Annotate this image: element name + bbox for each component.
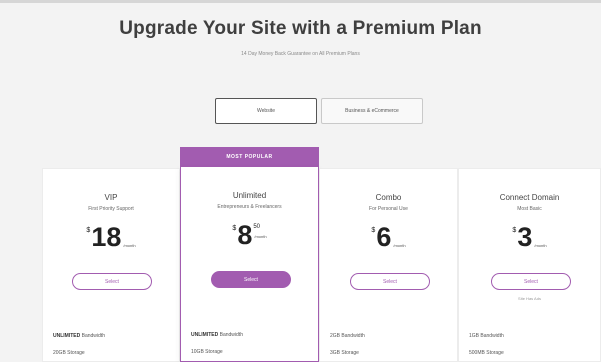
toggle-business-ecommerce[interactable]: Business & eCommerce [321, 98, 423, 124]
price-amount: 3 [517, 222, 533, 252]
plan-description: Entrepreneurs & Freelancers [217, 204, 282, 210]
feature-text: 500MB Storage [469, 350, 504, 356]
plan-description: For Personal Use [369, 206, 408, 212]
plan-price: $ 8 50 /month [181, 222, 318, 252]
plan-description: Most Basic [517, 206, 542, 212]
plan-price: $ 6 /month [320, 224, 457, 254]
feature-item: 20GB Storage [53, 350, 85, 356]
feature-text: 3GB Storage [330, 350, 359, 356]
price-suffix: 50 /month [252, 222, 266, 245]
plan-name: VIP [104, 193, 118, 202]
feature-item: 2GB Bandwidth [330, 333, 365, 339]
currency-symbol: $ [232, 225, 237, 232]
feature-item: 500MB Storage [469, 350, 504, 356]
price-period: /month [534, 243, 547, 248]
plan-name: Unlimited [232, 191, 267, 200]
select-button-combo[interactable]: Select [350, 273, 430, 290]
price-period: /month [123, 243, 136, 248]
plan-price: $ 18 /month [43, 224, 179, 254]
price-cents: 50 [253, 224, 261, 230]
select-button-vip[interactable]: Select [72, 273, 152, 290]
currency-symbol: $ [371, 227, 376, 234]
currency-symbol: $ [512, 227, 517, 234]
feature-text: Bandwidth [80, 333, 105, 339]
plan-description: First Priority Support [88, 206, 134, 212]
feature-item: UNLIMITED Bandwidth [191, 332, 243, 338]
plan-name: Connect Domain [499, 193, 560, 202]
feature-text: 1GB Bandwidth [469, 333, 504, 339]
plan-type-toggle: Website Business & eCommerce [215, 98, 423, 124]
feature-item: 1GB Bandwidth [469, 333, 504, 339]
feature-emphasis: UNLIMITED [191, 332, 219, 338]
price-amount: 18 [91, 222, 122, 252]
plan-card-connect-domain: Connect Domain Most Basic $ 3 /month Sel… [458, 168, 601, 362]
feature-text: 2GB Bandwidth [330, 333, 365, 339]
plans-row: VIP First Priority Support $ 18 /month S… [0, 167, 601, 362]
feature-text: Bandwidth [218, 332, 243, 338]
plan-card-combo: Combo For Personal Use $ 6 /month Select… [319, 168, 458, 362]
feature-text: 10GB Storage [191, 349, 223, 355]
toggle-website[interactable]: Website [215, 98, 317, 124]
currency-symbol: $ [86, 227, 91, 234]
feature-item: 10GB Storage [191, 349, 223, 355]
plan-price: $ 3 /month [459, 224, 600, 254]
page-title: Upgrade Your Site with a Premium Plan [119, 18, 482, 39]
price-amount: 8 [237, 220, 253, 250]
feature-item: 3GB Storage [330, 350, 359, 356]
price-period: /month [254, 234, 267, 239]
price-period: /month [393, 243, 406, 248]
feature-text: 20GB Storage [53, 350, 85, 356]
feature-item: UNLIMITED Bandwidth [53, 333, 105, 339]
top-border [0, 0, 601, 3]
plan-name: Combo [375, 193, 402, 202]
ads-note: Site Has Ads [518, 296, 541, 301]
plan-card-unlimited: Unlimited Entrepreneurs & Freelancers $ … [180, 167, 319, 362]
price-amount: 6 [376, 222, 392, 252]
select-button-unlimited[interactable]: Select [211, 271, 291, 288]
select-button-connect-domain[interactable]: Select [491, 273, 571, 290]
plan-card-vip: VIP First Priority Support $ 18 /month S… [42, 168, 180, 362]
most-popular-badge: MOST POPULAR [180, 147, 319, 167]
feature-emphasis: UNLIMITED [53, 333, 81, 339]
page-subtitle: 14 Day Money Back Guarantee on All Premi… [241, 51, 360, 57]
